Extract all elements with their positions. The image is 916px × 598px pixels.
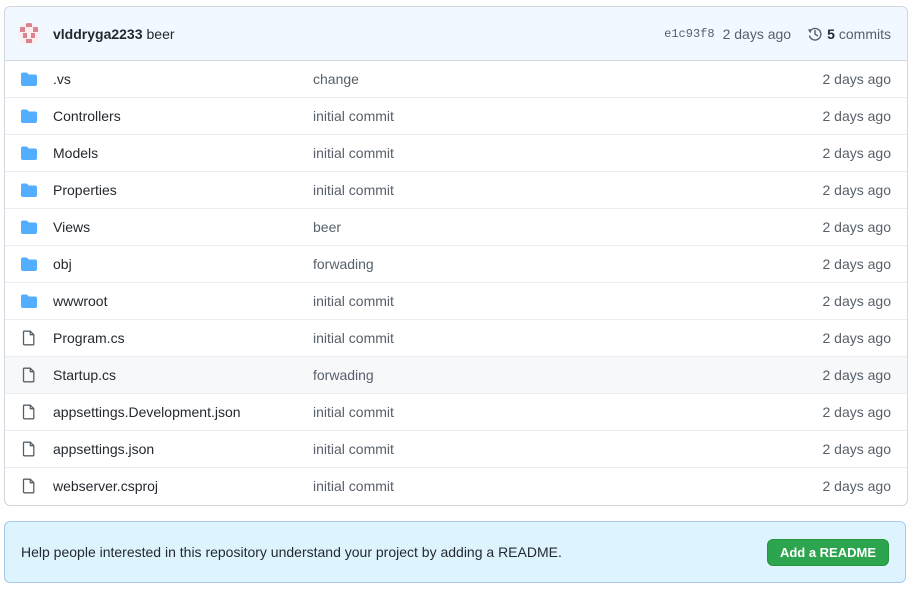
file-row[interactable]: Views beer 2 days ago xyxy=(5,208,907,245)
commit-author-link[interactable]: vlddryga2233 xyxy=(53,26,143,42)
file-icon xyxy=(22,404,35,420)
folder-icon xyxy=(21,146,37,160)
file-name-link[interactable]: appsettings.Development.json xyxy=(53,404,241,420)
file-row[interactable]: appsettings.json initial commit 2 days ago xyxy=(5,430,907,467)
file-icon xyxy=(22,367,35,383)
file-commit-message-link[interactable]: initial commit xyxy=(313,404,394,420)
file-list: .vs change 2 days ago Controllers initial co… xyxy=(5,61,907,504)
file-commit-age: 2 days ago xyxy=(822,367,892,383)
file-commit-age: 2 days ago xyxy=(822,441,892,457)
file-name-link[interactable]: Program.cs xyxy=(53,330,125,346)
history-icon xyxy=(807,27,822,41)
file-commit-age: 2 days ago xyxy=(822,330,892,346)
commits-label: commits xyxy=(838,25,891,42)
file-name-link[interactable]: Models xyxy=(53,145,98,161)
file-row[interactable]: Startup.cs forwading 2 days ago xyxy=(5,356,907,393)
file-icon xyxy=(22,441,35,457)
file-commit-age: 2 days ago xyxy=(822,145,892,161)
folder-icon xyxy=(21,257,37,271)
file-commit-message-link[interactable]: forwading xyxy=(313,256,374,272)
file-name-link[interactable]: Properties xyxy=(53,182,117,198)
latest-commit-bar: vlddryga2233 beer e1c93f8 2 days ago 5 c… xyxy=(5,7,907,61)
folder-icon xyxy=(21,183,37,197)
file-row[interactable]: webserver.csproj initial commit 2 days ago xyxy=(5,467,907,504)
file-commit-age: 2 days ago xyxy=(822,71,892,87)
file-name-link[interactable]: Views xyxy=(53,219,90,235)
file-commit-message-link[interactable]: initial commit xyxy=(313,182,394,198)
file-name-link[interactable]: Controllers xyxy=(53,108,121,124)
file-row[interactable]: Properties initial commit 2 days ago xyxy=(5,171,907,208)
file-icon xyxy=(22,478,35,494)
file-commit-age: 2 days ago xyxy=(822,108,892,124)
file-commit-message-link[interactable]: change xyxy=(313,71,359,87)
file-row[interactable]: Controllers initial commit 2 days ago xyxy=(5,97,907,134)
file-commit-age: 2 days ago xyxy=(822,219,892,235)
file-name-link[interactable]: appsettings.json xyxy=(53,441,154,457)
file-row[interactable]: .vs change 2 days ago xyxy=(5,61,907,97)
commit-sha-link[interactable]: e1c93f8 xyxy=(664,27,714,41)
commits-count: 5 xyxy=(827,25,835,42)
file-name-link[interactable]: Startup.cs xyxy=(53,367,116,383)
file-icon xyxy=(22,330,35,346)
file-commit-message-link[interactable]: initial commit xyxy=(313,478,394,494)
file-row[interactable]: Program.cs initial commit 2 days ago xyxy=(5,319,907,356)
file-name-link[interactable]: webserver.csproj xyxy=(53,478,158,494)
readme-prompt: Help people interested in this repositor… xyxy=(4,521,906,583)
file-commit-message-link[interactable]: beer xyxy=(313,219,341,235)
file-commit-message-link[interactable]: initial commit xyxy=(313,330,394,346)
commit-age: 2 days ago xyxy=(722,25,792,42)
file-row[interactable]: obj forwading 2 days ago xyxy=(5,245,907,282)
commit-message-link[interactable]: beer xyxy=(147,26,175,42)
file-commit-age: 2 days ago xyxy=(822,182,892,198)
file-commit-age: 2 days ago xyxy=(822,404,892,420)
folder-icon xyxy=(21,72,37,86)
file-commit-message-link[interactable]: initial commit xyxy=(313,145,394,161)
folder-icon xyxy=(21,109,37,123)
file-row[interactable]: wwwroot initial commit 2 days ago xyxy=(5,282,907,319)
add-readme-button[interactable]: Add a README xyxy=(766,538,889,566)
folder-icon xyxy=(21,294,37,308)
avatar[interactable] xyxy=(18,22,40,45)
file-commit-message-link[interactable]: forwading xyxy=(313,367,374,383)
file-commit-age: 2 days ago xyxy=(822,256,892,272)
file-commit-message-link[interactable]: initial commit xyxy=(313,441,394,457)
file-commit-age: 2 days ago xyxy=(822,293,892,309)
file-commit-message-link[interactable]: initial commit xyxy=(313,293,394,309)
file-row[interactable]: Models initial commit 2 days ago xyxy=(5,134,907,171)
folder-icon xyxy=(21,220,37,234)
file-commit-message-link[interactable]: initial commit xyxy=(313,108,394,124)
file-name-link[interactable]: obj xyxy=(53,256,72,272)
file-name-link[interactable]: .vs xyxy=(53,71,71,87)
readme-prompt-text: Help people interested in this repositor… xyxy=(21,544,562,560)
file-browser: vlddryga2233 beer e1c93f8 2 days ago 5 c… xyxy=(4,6,908,506)
file-commit-age: 2 days ago xyxy=(822,478,892,494)
commits-history-link[interactable]: 5 commits xyxy=(807,26,891,42)
file-row[interactable]: appsettings.Development.json initial comm… xyxy=(5,393,907,430)
file-name-link[interactable]: wwwroot xyxy=(53,293,107,309)
